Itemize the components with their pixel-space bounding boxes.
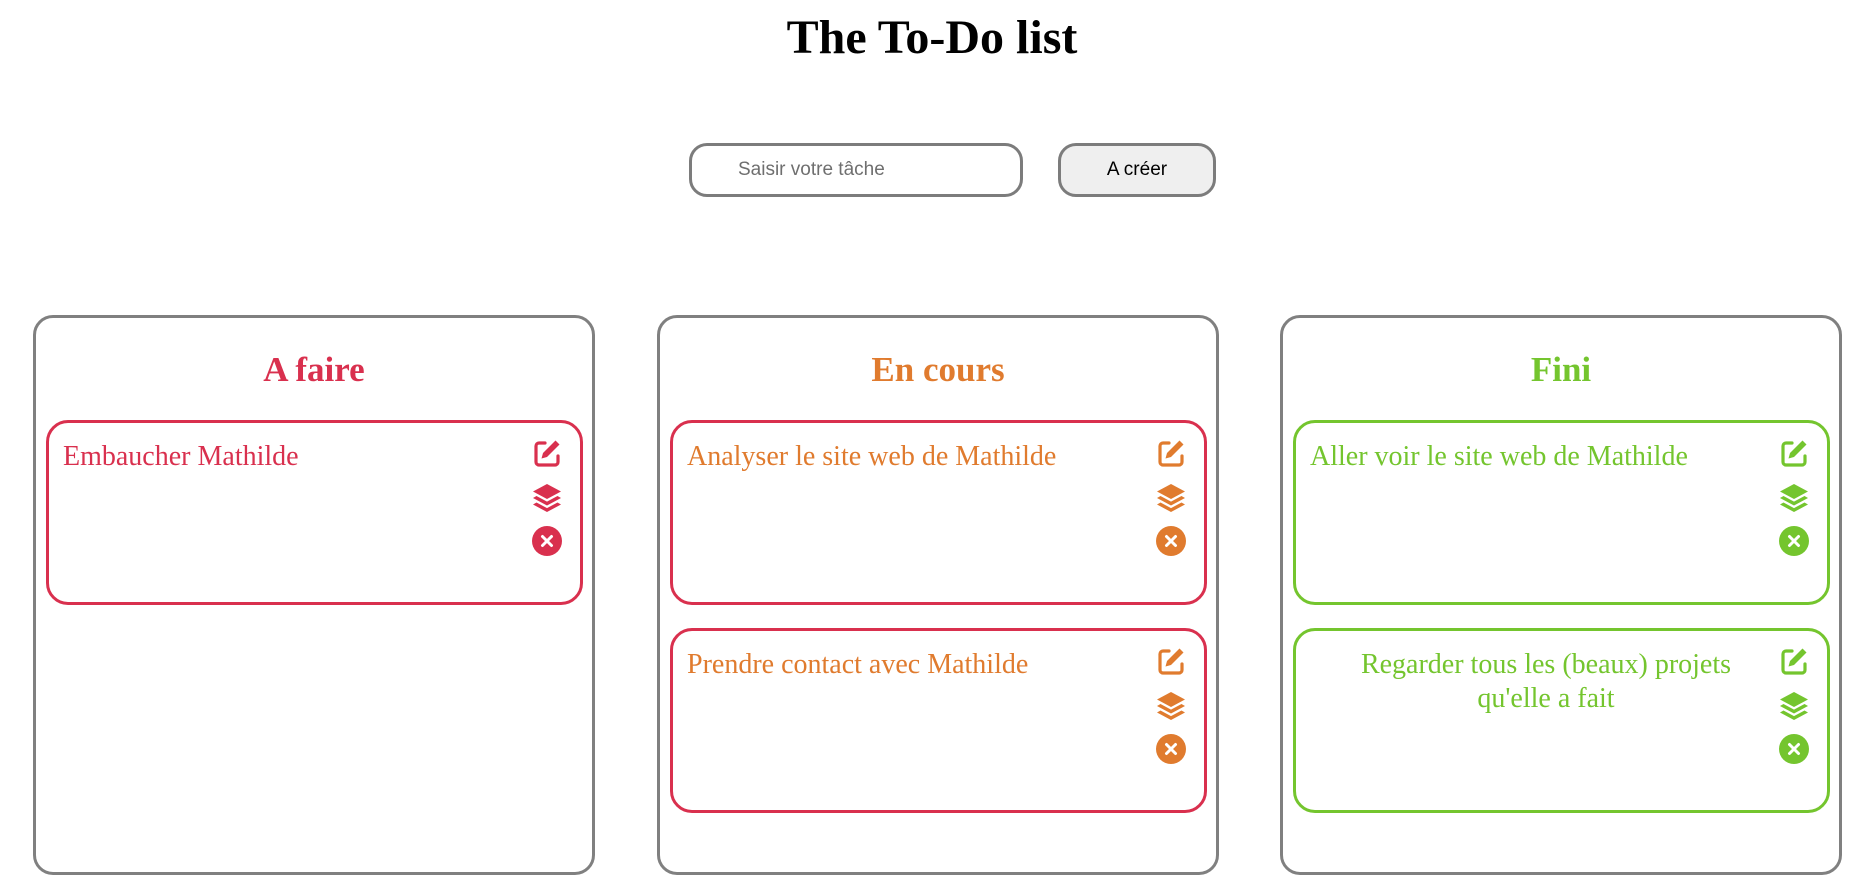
task-card[interactable]: Embaucher Mathilde bbox=[46, 420, 583, 605]
task-card[interactable]: Regarder tous les (beaux) projets qu'ell… bbox=[1293, 628, 1830, 813]
layers-icon[interactable] bbox=[531, 481, 563, 513]
edit-icon[interactable] bbox=[1778, 437, 1810, 469]
edit-icon[interactable] bbox=[531, 437, 563, 469]
close-circle-icon[interactable] bbox=[531, 525, 563, 557]
task-input[interactable] bbox=[689, 143, 1023, 197]
layers-icon[interactable] bbox=[1778, 689, 1810, 721]
create-task-button[interactable]: A créer bbox=[1058, 143, 1216, 197]
column-todo: A faire Embaucher Mathilde bbox=[33, 315, 595, 875]
task-actions bbox=[1778, 645, 1810, 777]
task-text: Regarder tous les (beaux) projets qu'ell… bbox=[1360, 649, 1732, 714]
task-actions bbox=[1155, 437, 1187, 569]
close-circle-icon[interactable] bbox=[1155, 733, 1187, 765]
task-card[interactable]: Prendre contact avec Mathilde bbox=[670, 628, 1207, 813]
task-text: Analyser le site web de Mathilde bbox=[687, 441, 1057, 472]
task-actions bbox=[1155, 645, 1187, 777]
task-text: Prendre contact avec Mathilde bbox=[687, 649, 1029, 680]
close-circle-icon[interactable] bbox=[1778, 525, 1810, 557]
task-actions bbox=[531, 437, 563, 569]
close-circle-icon[interactable] bbox=[1778, 733, 1810, 765]
layers-icon[interactable] bbox=[1155, 689, 1187, 721]
column-title-in-progress: En cours bbox=[871, 350, 1005, 389]
task-card[interactable]: Analyser le site web de Mathilde bbox=[670, 420, 1207, 605]
column-title-todo: A faire bbox=[263, 350, 365, 389]
page-title: The To-Do list bbox=[786, 11, 1078, 64]
column-done: Fini Aller voir le site web de Mathilde … bbox=[1280, 315, 1842, 875]
task-card[interactable]: Aller voir le site web de Mathilde bbox=[1293, 420, 1830, 605]
edit-icon[interactable] bbox=[1778, 645, 1810, 677]
layers-icon[interactable] bbox=[1155, 481, 1187, 513]
column-title-done: Fini bbox=[1530, 350, 1592, 389]
task-actions bbox=[1778, 437, 1810, 569]
edit-icon[interactable] bbox=[1155, 645, 1187, 677]
task-text: Embaucher Mathilde bbox=[63, 441, 299, 472]
column-in-progress: En cours Analyser le site web de Mathild… bbox=[657, 315, 1219, 875]
edit-icon[interactable] bbox=[1155, 437, 1187, 469]
close-circle-icon[interactable] bbox=[1155, 525, 1187, 557]
task-text: Aller voir le site web de Mathilde bbox=[1310, 441, 1688, 472]
layers-icon[interactable] bbox=[1778, 481, 1810, 513]
